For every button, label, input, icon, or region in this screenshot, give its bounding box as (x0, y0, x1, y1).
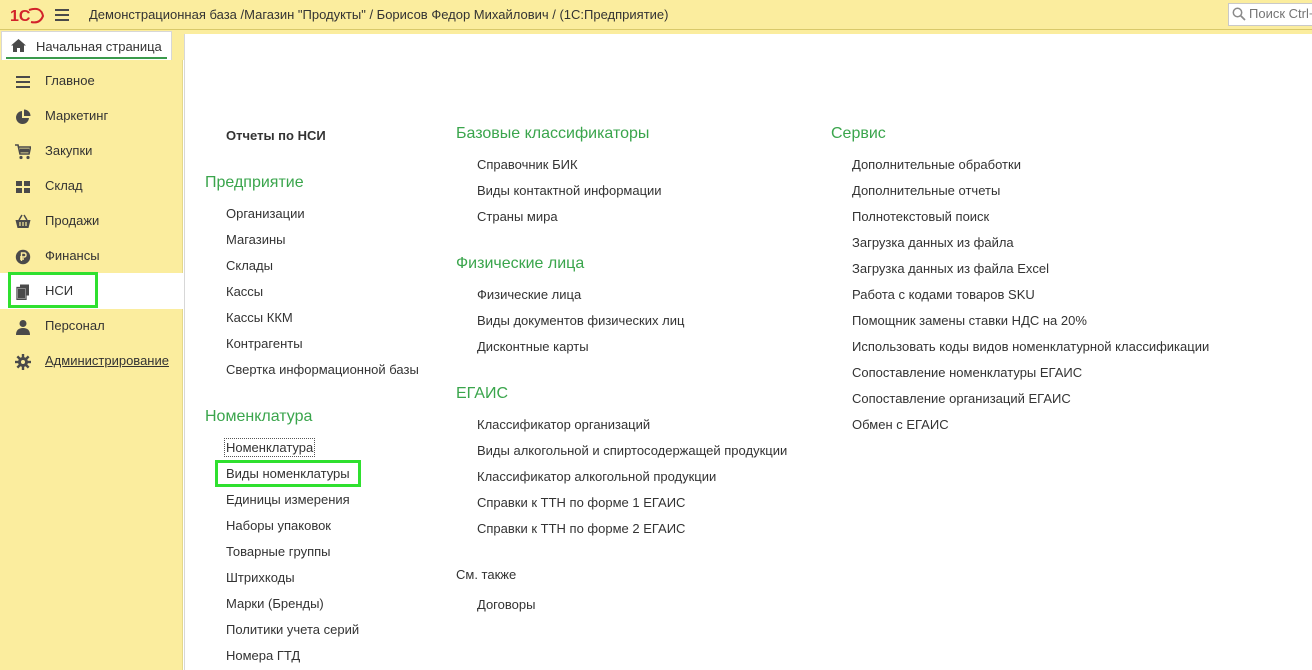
see-also-heading: См. также (456, 567, 517, 582)
main-menu-burger-icon[interactable] (55, 9, 69, 21)
list-item[interactable]: Работа с кодами товаров SKU (852, 287, 1035, 302)
list-item[interactable]: Организации (226, 206, 305, 221)
list-item[interactable]: Виды контактной информации (477, 183, 662, 198)
list-item[interactable]: Сопоставление организаций ЕГАИС (852, 391, 1071, 406)
list-item[interactable]: Справки к ТТН по форме 1 ЕГАИС (477, 495, 685, 510)
sidebar-item-label: НСИ (45, 283, 74, 298)
sidebar-item-personnel[interactable]: Персонал (0, 308, 183, 344)
list-item[interactable]: Номенклатура (223, 438, 316, 457)
pie-chart-icon (16, 109, 31, 124)
sidebar-item-purchases[interactable]: Закупки (0, 133, 183, 169)
cart-icon (15, 144, 31, 160)
sidebar-item-nsi[interactable]: НСИ (0, 273, 183, 309)
base-classifiers-heading: Базовые классификаторы (456, 125, 650, 142)
service-heading: Сервис (831, 125, 886, 142)
sidebar-item-marketing[interactable]: Маркетинг (0, 98, 183, 134)
basket-icon (15, 214, 31, 228)
sections-panel: Главное Маркетинг Закупки Склад Продажи (0, 60, 183, 670)
nomenclature-heading: Номенклатура (205, 408, 313, 425)
sidebar-item-label: Главное (45, 73, 95, 88)
search-input[interactable] (1249, 6, 1312, 21)
list-item[interactable]: Страны мира (477, 209, 558, 224)
persons-heading: Физические лица (456, 255, 585, 272)
list-item[interactable]: Свертка информационной базы (226, 362, 419, 377)
home-icon (11, 39, 26, 52)
list-item[interactable]: Дополнительные отчеты (852, 183, 1000, 198)
section-content: Отчеты по НСИ Предприятие Организации Ма… (184, 34, 1312, 670)
list-item[interactable]: Товарные группы (226, 544, 331, 559)
sidebar-item-main[interactable]: Главное (0, 63, 183, 99)
list-item[interactable]: Справочник БИК (477, 157, 578, 172)
gear-icon (15, 354, 31, 370)
sidebar-item-sales[interactable]: Продажи (0, 203, 183, 239)
list-item[interactable]: Склады (226, 258, 273, 273)
sidebar-item-label: Персонал (45, 318, 105, 333)
tab-home-label: Начальная страница (36, 39, 162, 54)
list-item[interactable]: Виды номенклатуры (226, 466, 350, 481)
sidebar-item-finance[interactable]: Финансы (0, 238, 183, 274)
list-item[interactable]: Наборы упаковок (226, 518, 331, 533)
list-item[interactable]: Политики учета серий (226, 622, 359, 637)
list-item[interactable]: Сопоставление номенклатуры ЕГАИС (852, 365, 1082, 380)
sidebar-item-label: Финансы (45, 248, 100, 263)
list-item[interactable]: Магазины (226, 232, 286, 247)
window-title: Демонстрационная база /Магазин "Продукты… (89, 7, 669, 22)
enterprise-heading: Предприятие (205, 174, 304, 191)
list-item[interactable]: Справки к ТТН по форме 2 ЕГАИС (477, 521, 685, 536)
list-item[interactable]: Единицы измерения (226, 492, 350, 507)
sidebar-item-label: Склад (45, 178, 83, 193)
ruble-coin-icon (15, 249, 31, 265)
list-item[interactable]: Классификатор алкогольной продукции (477, 469, 716, 484)
sidebar-item-label: Администрирование (45, 353, 169, 368)
sidebar-item-label: Продажи (45, 213, 100, 228)
list-item[interactable]: Загрузка данных из файла (852, 235, 1014, 250)
list-item[interactable]: Марки (Бренды) (226, 596, 324, 611)
search-icon (1232, 7, 1246, 21)
tab-home-page[interactable]: Начальная страница (1, 31, 172, 60)
sidebar-item-label: Маркетинг (45, 108, 109, 123)
svg-text:1С: 1С (10, 8, 31, 24)
list-item[interactable]: Кассы ККМ (226, 310, 293, 325)
list-item[interactable]: Виды документов физических лиц (477, 313, 684, 328)
list-item[interactable]: Штрихкоды (226, 570, 295, 585)
1c-logo-icon: 1С (10, 7, 44, 24)
reports-link[interactable]: Отчеты по НСИ (226, 128, 326, 143)
list-item[interactable]: Классификатор организаций (477, 417, 650, 432)
sidebar-item-administration[interactable]: Администрирование (0, 343, 183, 379)
list-item[interactable]: Дополнительные обработки (852, 157, 1021, 172)
title-bar: 1С Демонстрационная база /Магазин "Проду… (0, 0, 1312, 30)
list-item[interactable]: Физические лица (477, 287, 581, 302)
list-item[interactable]: Виды алкогольной и спиртосодержащей прод… (477, 443, 787, 458)
search-box[interactable] (1228, 3, 1312, 26)
warehouse-grid-icon (16, 181, 30, 193)
list-item[interactable]: Кассы (226, 284, 263, 299)
list-item[interactable]: Номера ГТД (226, 648, 300, 663)
active-tab-indicator (6, 57, 167, 59)
sidebar-item-label: Закупки (45, 143, 93, 158)
list-item[interactable]: Договоры (477, 597, 535, 612)
egais-heading: ЕГАИС (456, 385, 508, 402)
list-item[interactable]: Использовать коды видов номенклатурной к… (852, 339, 1209, 354)
menu-lines-icon (16, 76, 30, 88)
list-item[interactable]: Помощник замены ставки НДС на 20% (852, 313, 1087, 328)
documents-icon (16, 284, 29, 300)
sidebar-item-warehouse[interactable]: Склад (0, 168, 183, 204)
list-item[interactable]: Полнотекстовый поиск (852, 209, 989, 224)
list-item[interactable]: Дисконтные карты (477, 339, 589, 354)
list-item[interactable]: Загрузка данных из файла Excel (852, 261, 1049, 276)
person-icon (16, 320, 30, 335)
list-item[interactable]: Контрагенты (226, 336, 303, 351)
list-item[interactable]: Обмен с ЕГАИС (852, 417, 949, 432)
